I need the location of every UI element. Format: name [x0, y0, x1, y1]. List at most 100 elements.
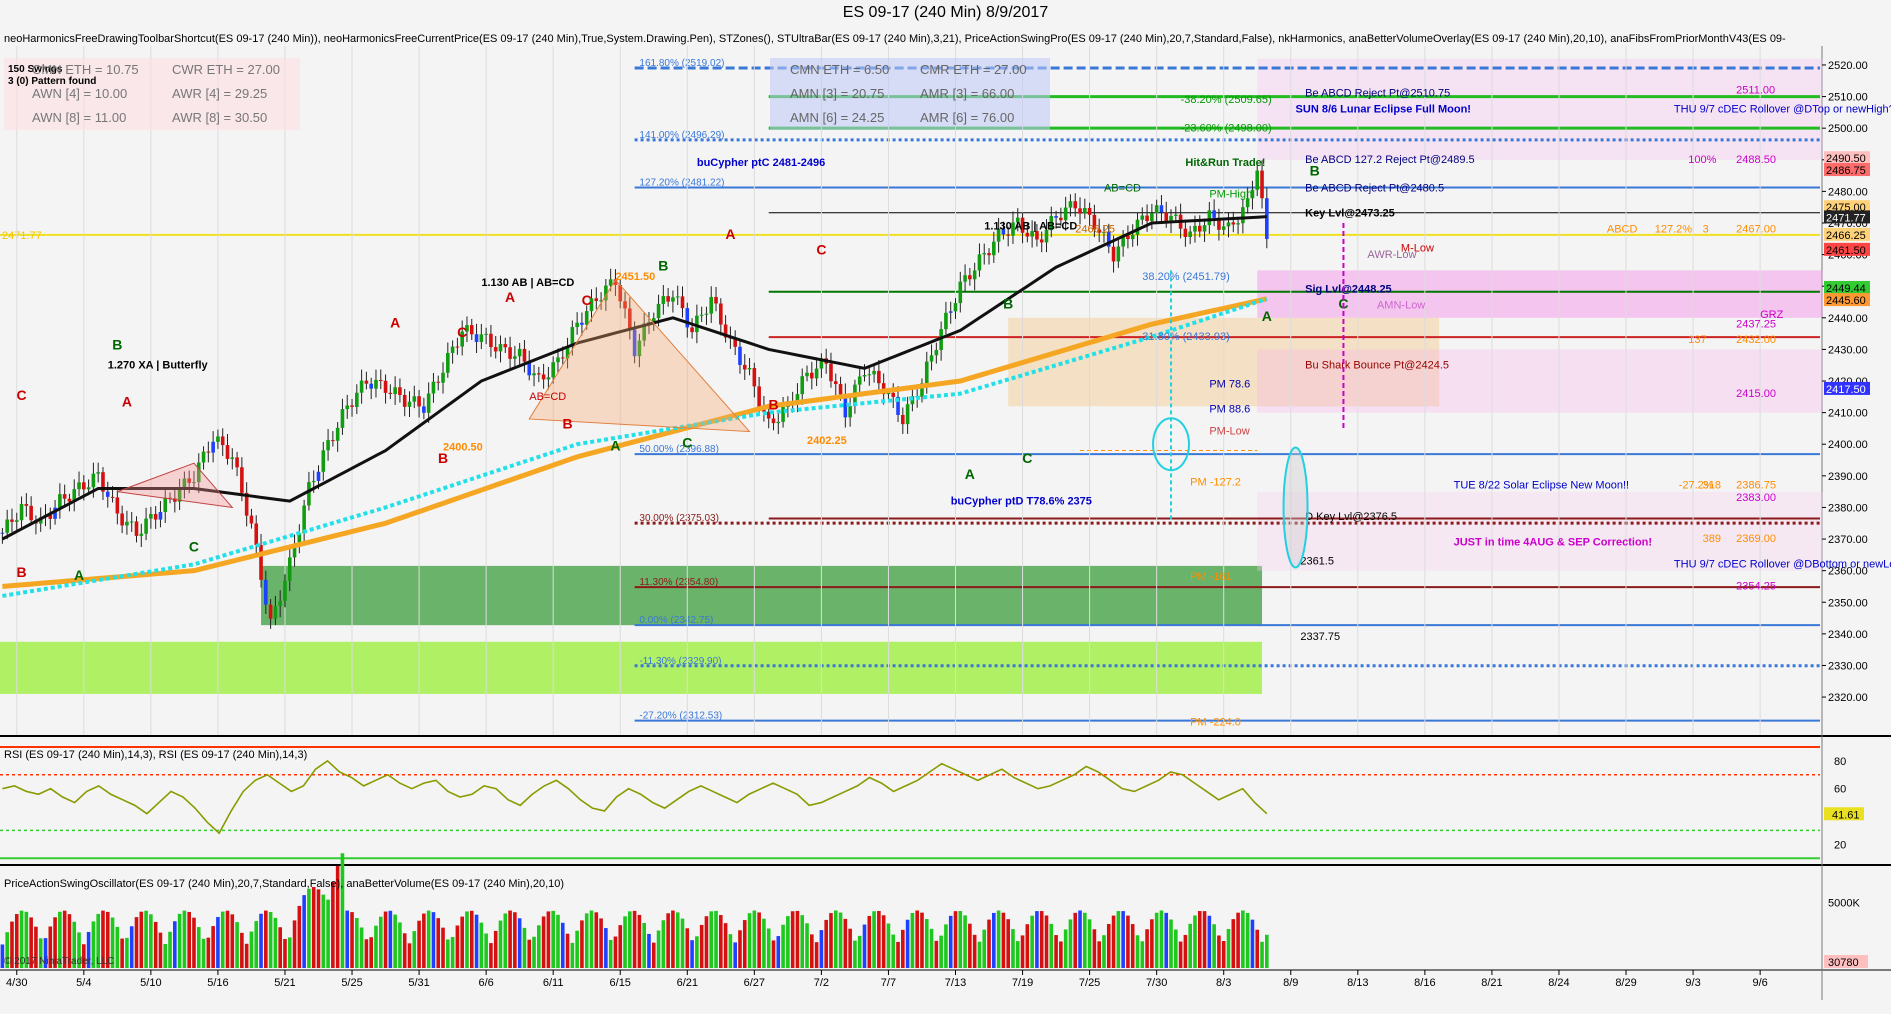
volume-bar [580, 920, 584, 968]
candle-body [82, 482, 86, 490]
price-tag: 2445.60 [1826, 295, 1866, 307]
candle-body [1068, 201, 1073, 208]
candle-body [321, 450, 326, 472]
candle-body [1236, 223, 1240, 225]
volume-bar [738, 930, 742, 968]
chart-annotation: PM-High [1209, 189, 1252, 201]
chart-annotation: AWR-Low [1367, 249, 1416, 261]
date-tick-label: 8/24 [1548, 977, 1569, 989]
candle-body [1188, 231, 1192, 238]
candle-body [14, 520, 19, 522]
volume-bar [556, 914, 560, 968]
candle-body [953, 303, 958, 312]
price-tick-label: 2500.00 [1828, 123, 1868, 135]
date-tick-label: 6/27 [744, 977, 765, 989]
volume-bar [766, 928, 771, 968]
chart-svg[interactable]: 161.80% (2519.02) 141.00% (2496.29) 127.20… [0, 0, 1891, 1014]
candle-body [254, 523, 259, 546]
candle-body [517, 348, 522, 357]
volume-bar [958, 911, 963, 968]
candle-body [771, 418, 776, 424]
volume-bar [287, 937, 292, 968]
rsi-tick-label: 20 [1834, 839, 1846, 851]
volume-bar [853, 940, 857, 968]
candle-body [1140, 215, 1145, 220]
window-title: ES 09-17 (240 Min) 8/9/2017 [842, 4, 1049, 21]
volume-bar [1078, 910, 1082, 968]
chart-annotation: 2337.75 [1300, 631, 1340, 643]
volume-bar [407, 943, 412, 968]
stat-cmn-eth-mid: CMN ETH = 6.50 [790, 62, 890, 77]
pattern-point-label: B [658, 257, 668, 273]
chart-annotation: Be ABCD Reject Pt@2510.75 [1305, 88, 1450, 100]
volume-bar [1150, 919, 1154, 968]
volume-bar [1178, 941, 1183, 968]
pattern-point-label: A [965, 466, 975, 482]
price-tag: 2417.50 [1826, 384, 1866, 396]
price-tag: 2461.50 [1826, 245, 1866, 257]
candle-body [1130, 234, 1135, 240]
volume-bar [570, 942, 575, 968]
volume-bar [723, 923, 728, 968]
volume-bar [1121, 911, 1125, 968]
candle-body [58, 494, 62, 508]
volume-bar [924, 919, 929, 968]
candle-body [800, 376, 805, 395]
candle-body [369, 383, 373, 389]
candle-body [551, 362, 555, 378]
volume-bar [728, 934, 733, 968]
chart-annotation: -38.20% (2509.65) [1181, 94, 1272, 106]
fib-level-label: -27.20% (2312.53) [639, 711, 722, 722]
date-tick-label: 8/16 [1414, 977, 1435, 989]
candle-body [671, 297, 675, 302]
candle-body [503, 344, 508, 348]
candle-body [929, 355, 934, 362]
volume-bar [613, 936, 618, 968]
volume-bar [910, 913, 915, 968]
candle-body [891, 392, 896, 397]
volume-bar [1217, 935, 1221, 968]
volume-current-value: 30780 [1828, 957, 1859, 969]
candle-body [594, 298, 599, 301]
candle-body [24, 504, 29, 506]
chart-annotation: 2383.00 [1736, 492, 1776, 504]
volume-bar [1087, 919, 1092, 968]
volume-bar [369, 937, 373, 968]
volume-bar [1255, 929, 1260, 968]
volume-bar [1006, 919, 1010, 968]
volume-bar [402, 933, 407, 968]
chart-annotation: PM -127.2 [1190, 476, 1241, 488]
candle-body [163, 497, 168, 513]
chart-annotation: 2451.50 [615, 271, 655, 283]
volume-bar [345, 910, 350, 968]
volume-bar [455, 925, 460, 968]
volume-bar [642, 922, 646, 968]
volume-bar [1221, 941, 1226, 968]
candle-body [1260, 170, 1264, 199]
candle-body [120, 513, 124, 526]
volume-bar [623, 916, 627, 968]
volume-bar [1245, 912, 1250, 968]
candle-body [704, 313, 709, 315]
volume-bar [604, 928, 608, 968]
volume-bar [1102, 935, 1106, 968]
stats-left-panel: 150 Swings 3 (0) Pattern found CMN ETH =… [4, 58, 300, 130]
pattern-point-label: A [725, 226, 735, 242]
candle-body [5, 519, 9, 533]
chart-annotation: AB=CD [1104, 182, 1141, 194]
candle-body [364, 380, 369, 384]
volume-bar [278, 927, 282, 968]
candle-body [417, 396, 421, 407]
volume-bar [1106, 924, 1111, 968]
volume-bar [690, 940, 694, 968]
candle-body [944, 312, 948, 330]
volume-bar [948, 915, 953, 968]
date-tick-label: 6/11 [543, 977, 564, 989]
candle-body [1054, 216, 1058, 218]
candle-body [10, 519, 14, 522]
candle-body [1035, 231, 1039, 240]
chart-annotation: 2386.75 [1736, 479, 1776, 491]
volume-bar [201, 938, 206, 968]
candle-body [1150, 213, 1154, 222]
candle-body [0, 532, 5, 534]
